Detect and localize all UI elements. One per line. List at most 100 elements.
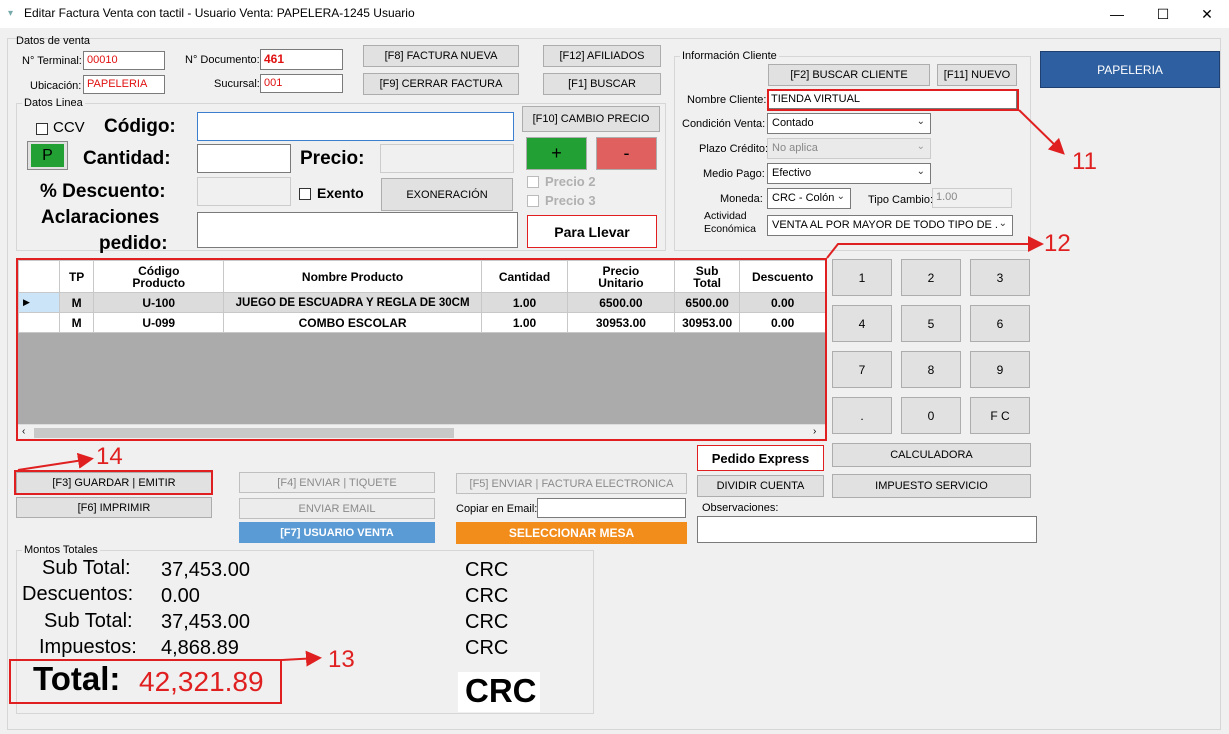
minus-button[interactable]: - [596, 137, 657, 170]
medio-pago-select[interactable]: Efectivo ⌄ [767, 163, 931, 184]
tipo-cambio-field[interactable]: 1.00 [932, 188, 1012, 208]
totales-group-label: Montos Totales [22, 544, 100, 556]
key-3[interactable]: 3 [970, 259, 1030, 296]
enviar-factura-button[interactable]: [F5] ENVIAR | FACTURA ELECTRONICA [456, 473, 687, 494]
key-0[interactable]: 0 [901, 397, 961, 434]
afiliados-button[interactable]: [F12] AFILIADOS [543, 45, 661, 67]
pedido-express-button[interactable]: Pedido Express [697, 445, 824, 471]
minimize-button[interactable]: — [1094, 0, 1140, 28]
imprimir-button[interactable]: [F6] IMPRIMIR [16, 497, 212, 518]
descuentos-label: Descuentos: [22, 583, 134, 605]
key-5[interactable]: 5 [901, 305, 961, 342]
exoneracion-button[interactable]: EXONERACIÓN [381, 178, 513, 211]
condicion-value: Contado [772, 117, 814, 129]
factura-nueva-button[interactable]: [F8] FACTURA NUEVA [363, 45, 519, 67]
nombre-cliente-label: Nombre Cliente: [687, 94, 767, 106]
subtotal-value: 37,453.00 [161, 559, 250, 581]
plazo-select[interactable]: No aplica ⌄ [767, 138, 931, 159]
annotation-14: 14 [96, 443, 123, 470]
chevron-down-icon: ⌄ [998, 218, 1007, 229]
buscar-button[interactable]: [F1] BUSCAR [543, 73, 661, 95]
actividad-select[interactable]: VENTA AL POR MAYOR DE TODO TIPO DE ... ⌄ [767, 215, 1013, 236]
papeleria-button[interactable]: PAPELERIA [1040, 51, 1220, 88]
aclaraciones-field[interactable] [197, 212, 518, 248]
exento-checkbox[interactable] [299, 188, 311, 200]
observaciones-field[interactable] [697, 516, 1037, 543]
para-llevar-button[interactable]: Para Llevar [527, 215, 657, 248]
key-4[interactable]: 4 [832, 305, 892, 342]
annotation-11: 11 [1072, 148, 1097, 175]
enviar-tiquete-button[interactable]: [F4] ENVIAR | TIQUETE [239, 472, 435, 493]
moneda-select[interactable]: CRC - Colón ⌄ [767, 188, 851, 209]
precio3-label: Precio 3 [545, 193, 596, 208]
impuesto-servicio-button[interactable]: IMPUESTO SERVICIO [832, 474, 1031, 498]
cantidad-field[interactable] [197, 144, 291, 173]
descuento-label: % Descuento: [40, 181, 166, 202]
medio-pago-value: Efectivo [772, 167, 812, 179]
sucursal-field[interactable]: 001 [260, 74, 343, 93]
cambio-precio-button[interactable]: [F10] CAMBIO PRECIO [522, 106, 660, 132]
ccv-checkbox[interactable] [36, 123, 48, 135]
cerrar-factura-button[interactable]: [F9] CERRAR FACTURA [363, 73, 519, 95]
aclaraciones-label-2: pedido: [99, 233, 168, 254]
codigo-label: Código: [104, 116, 176, 137]
datos-venta-group-label: Datos de venta [16, 35, 90, 47]
descuento-field[interactable] [197, 177, 291, 206]
precio-field[interactable] [380, 144, 514, 173]
precio2-label: Precio 2 [545, 174, 596, 189]
codigo-field[interactable] [197, 112, 514, 141]
precio2-checkbox[interactable] [527, 176, 539, 188]
impuestos-label: Impuestos: [39, 636, 137, 658]
window-title: Editar Factura Venta con tactil - Usuari… [24, 6, 415, 20]
tipo-cambio-label: Tipo Cambio: [868, 194, 934, 206]
nuevo-cliente-button[interactable]: [F11] NUEVO [937, 64, 1017, 86]
key-1[interactable]: 1 [832, 259, 892, 296]
terminal-label: N° Terminal: [22, 55, 82, 67]
dividir-cuenta-button[interactable]: DIVIDIR CUENTA [697, 475, 824, 497]
maximize-button[interactable]: ☐ [1140, 0, 1186, 28]
precio-label: Precio: [300, 148, 365, 169]
copiar-email-field[interactable] [537, 498, 686, 518]
chevron-down-icon: ⌄ [916, 116, 925, 127]
annotation-box-12 [16, 258, 827, 441]
documento-label: N° Documento: [185, 54, 260, 66]
usuario-venta-button[interactable]: [F7] USUARIO VENTA [239, 522, 435, 543]
enviar-email-button[interactable]: ENVIAR EMAIL [239, 498, 435, 519]
actividad-value: VENTA AL POR MAYOR DE TODO TIPO DE ... [772, 219, 1005, 231]
app-icon: ▾ [8, 8, 14, 19]
buscar-cliente-button[interactable]: [F2] BUSCAR CLIENTE [768, 64, 930, 86]
moneda-value: CRC - Colón [772, 192, 835, 204]
cantidad-label: Cantidad: [83, 148, 171, 169]
calculadora-button[interactable]: CALCULADORA [832, 443, 1031, 467]
seleccionar-mesa-button[interactable]: SELECCIONAR MESA [456, 522, 687, 544]
key-8[interactable]: 8 [901, 351, 961, 388]
ubicacion-field[interactable]: PAPELERIA [83, 75, 165, 94]
chevron-down-icon: ⌄ [836, 191, 845, 202]
exento-label: Exento [317, 185, 364, 201]
terminal-field[interactable]: 00010 [83, 51, 165, 70]
key-7[interactable]: 7 [832, 351, 892, 388]
precio3-checkbox[interactable] [527, 195, 539, 207]
sucursal-label: Sucursal: [214, 78, 260, 90]
plus-button[interactable]: + [526, 137, 587, 170]
close-button[interactable]: ✕ [1184, 0, 1229, 28]
ccv-label: CCV [53, 119, 85, 136]
cliente-group-label: Información Cliente [680, 50, 779, 62]
key-dot[interactable]: . [832, 397, 892, 434]
p-button-frame[interactable]: P [27, 141, 68, 170]
key-9[interactable]: 9 [970, 351, 1030, 388]
chevron-down-icon: ⌄ [916, 166, 925, 177]
p-button[interactable]: P [31, 144, 64, 167]
key-2[interactable]: 2 [901, 259, 961, 296]
plazo-label: Plazo Crédito: [699, 143, 769, 155]
annotation-box-14 [14, 470, 213, 495]
documento-field[interactable]: 461 [260, 49, 343, 70]
key-fc[interactable]: F C [970, 397, 1030, 434]
condicion-select[interactable]: Contado ⌄ [767, 113, 931, 134]
subtotal2-label: Sub Total: [44, 610, 133, 632]
medio-pago-label: Medio Pago: [703, 168, 765, 180]
annotation-12: 12 [1044, 230, 1071, 257]
actividad-label-2: Económica [704, 223, 756, 235]
key-6[interactable]: 6 [970, 305, 1030, 342]
total-currency: CRC [465, 672, 537, 709]
